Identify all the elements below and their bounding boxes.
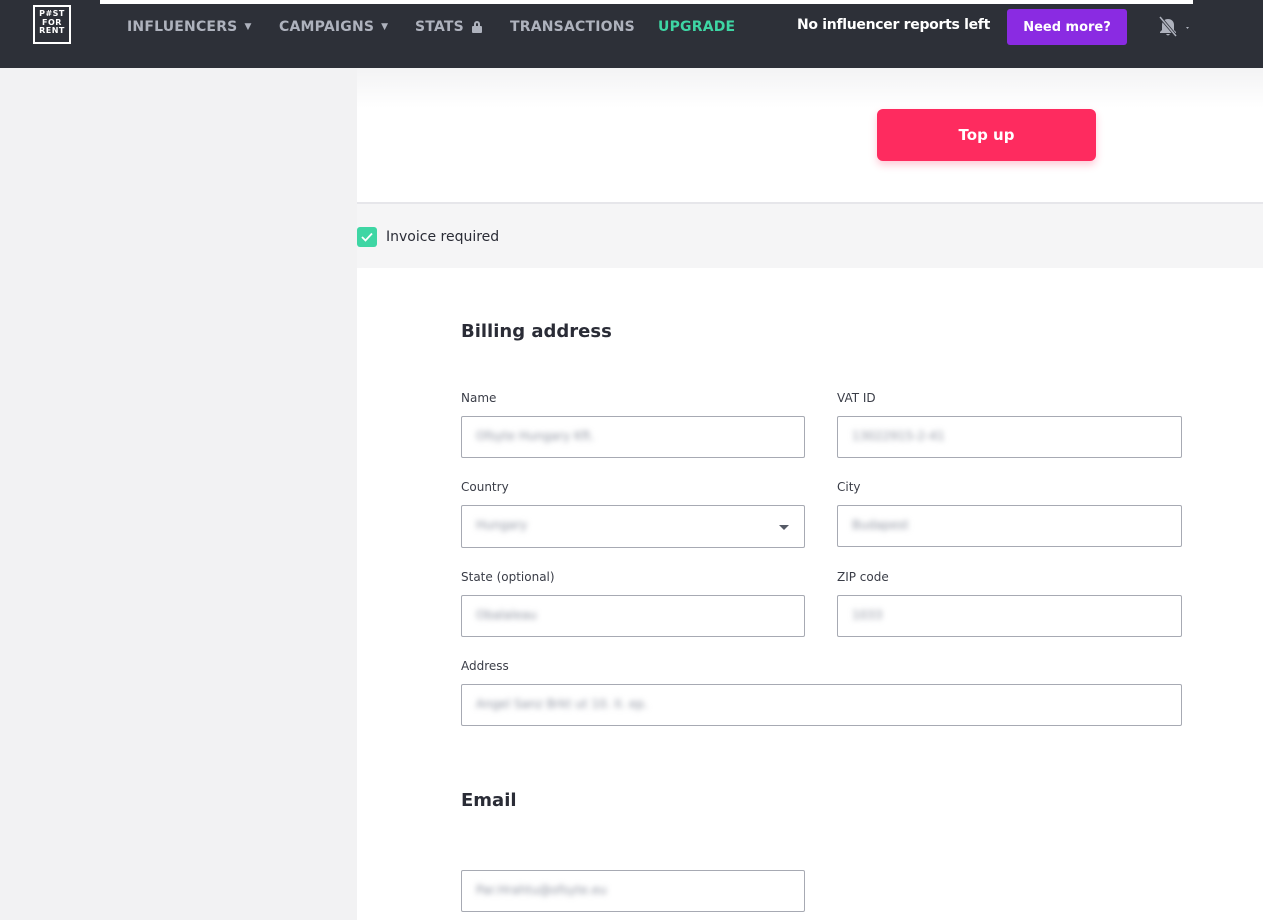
state-value: Obalaleau xyxy=(476,608,537,622)
zip-code-label: ZIP code xyxy=(837,570,889,584)
state-label: State (optional) xyxy=(461,570,555,584)
nav-stats-label: STATS xyxy=(415,19,464,35)
nav-campaigns[interactable]: CAMPAIGNS ▼ xyxy=(279,18,388,36)
name-label: Name xyxy=(461,391,497,405)
country-value: Hungary xyxy=(476,518,528,532)
lock-icon xyxy=(471,21,482,33)
bell-off-icon xyxy=(1158,16,1189,37)
vat-id-label: VAT ID xyxy=(837,391,876,405)
checkmark-icon xyxy=(361,232,373,242)
name-value: Ofsyte Hungary Kft. xyxy=(476,429,595,443)
nav-transactions[interactable]: TRANSACTIONS xyxy=(510,18,635,36)
state-field[interactable]: Obalaleau xyxy=(461,595,805,637)
address-value: Angel Sanz Brkt ut 10. II. ep. xyxy=(476,697,648,711)
caret-down-icon: ▼ xyxy=(244,22,252,32)
city-field[interactable]: Budapest xyxy=(837,505,1182,547)
dropdown-arrow-icon xyxy=(779,525,789,530)
caret-down-icon: ▼ xyxy=(381,22,389,32)
city-label: City xyxy=(837,480,861,494)
name-field[interactable]: Ofsyte Hungary Kft. xyxy=(461,416,805,458)
need-more-button[interactable]: Need more? xyxy=(1007,9,1127,45)
nav-transactions-label: TRANSACTIONS xyxy=(510,19,635,35)
nav-influencers[interactable]: INFLUENCERS ▼ xyxy=(127,18,252,36)
nav-stats[interactable]: STATS xyxy=(415,18,482,36)
nav-influencers-label: INFLUENCERS xyxy=(127,19,238,35)
zip-code-field[interactable]: 1033 xyxy=(837,595,1182,637)
zip-code-value: 1033 xyxy=(852,608,883,622)
address-field[interactable]: Angel Sanz Brkt ut 10. II. ep. xyxy=(461,684,1182,726)
top-strip xyxy=(100,0,1193,4)
email-field[interactable]: Par.Hrahtu@ofsyte.eu xyxy=(461,870,805,912)
country-label: Country xyxy=(461,480,509,494)
nav-upgrade[interactable]: UPGRADE xyxy=(658,18,735,36)
billing-card: Billing address Name Ofsyte Hungary Kft.… xyxy=(357,268,1263,920)
vat-id-value: 13022915-2-41 xyxy=(852,429,945,443)
top-up-button[interactable]: Top up xyxy=(877,109,1096,161)
nav-upgrade-label: UPGRADE xyxy=(658,19,736,35)
notifications-muted-icon[interactable] xyxy=(1158,15,1194,39)
left-sidebar xyxy=(0,68,357,920)
invoice-required-label: Invoice required xyxy=(386,229,500,245)
country-select[interactable]: Hungary xyxy=(461,505,805,548)
postforrent-logo[interactable]: P#ST FOR RENT xyxy=(33,5,71,44)
invoice-required-checkbox[interactable]: Invoice required xyxy=(357,226,499,248)
checkbox-checked-icon[interactable] xyxy=(357,227,377,247)
city-value: Budapest xyxy=(852,518,909,532)
top-navigation: P#ST FOR RENT INFLUENCERS ▼ CAMPAIGNS ▼ … xyxy=(0,0,1263,68)
nav-campaigns-label: CAMPAIGNS xyxy=(279,19,375,35)
billing-address-title: Billing address xyxy=(461,321,612,342)
vat-id-field[interactable]: 13022915-2-41 xyxy=(837,416,1182,458)
reports-left-text: No influencer reports left xyxy=(797,17,990,33)
address-label: Address xyxy=(461,659,509,673)
email-value: Par.Hrahtu@ofsyte.eu xyxy=(476,883,607,897)
email-title: Email xyxy=(461,790,517,811)
topup-card xyxy=(357,68,1263,204)
